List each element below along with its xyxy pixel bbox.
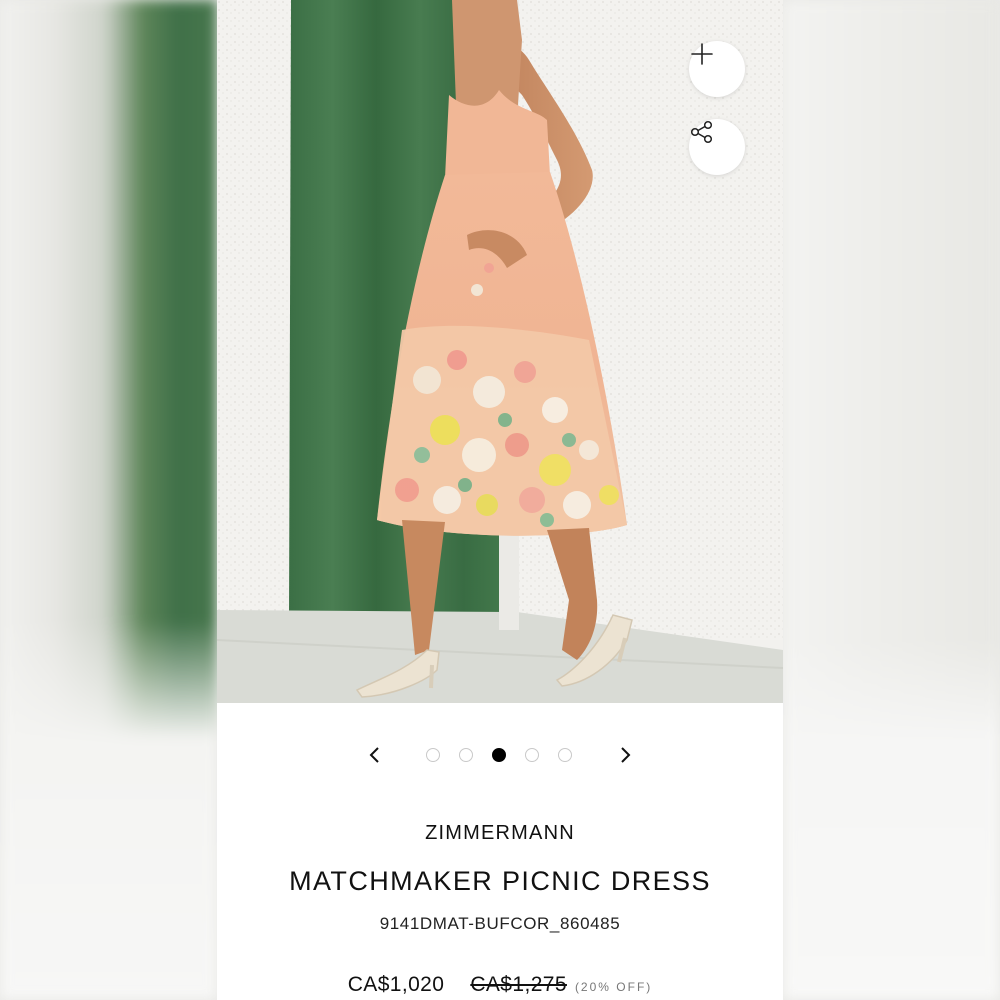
image-carousel-nav	[217, 735, 783, 775]
carousel-dot-3[interactable]	[492, 748, 506, 762]
plus-icon	[691, 43, 713, 65]
product-image[interactable]	[217, 0, 783, 703]
dress-photo-illustration	[217, 0, 783, 703]
chevron-right-icon	[621, 747, 631, 763]
carousel-dot-2[interactable]	[459, 748, 473, 762]
product-sku: 9141DMAT-BUFCOR_860485	[379, 914, 621, 933]
product-title: MATCHMAKER PICNIC DRESS	[289, 866, 711, 896]
carousel-dots	[426, 747, 572, 763]
original-price: CA$1,275	[470, 973, 567, 996]
zoom-button[interactable]	[689, 41, 745, 97]
discount-label: (20% OFF)	[574, 980, 653, 994]
carousel-dot-5[interactable]	[558, 748, 572, 762]
product-screen: ZIMMERMANN MATCHMAKER PICNIC DRESS 9141D…	[217, 0, 783, 1000]
blurred-backdrop-right	[783, 0, 1000, 1000]
carousel-dot-1[interactable]	[426, 748, 440, 762]
share-icon	[690, 120, 713, 144]
carousel-dot-4[interactable]	[525, 748, 539, 762]
current-price: CA$1,020	[347, 973, 445, 996]
next-image-button[interactable]	[611, 741, 639, 769]
blurred-backdrop-left	[0, 0, 217, 1000]
share-button[interactable]	[689, 119, 745, 175]
chevron-left-icon	[369, 747, 379, 763]
brand-name[interactable]: ZIMMERMANN	[217, 822, 783, 845]
previous-image-button[interactable]	[361, 741, 389, 769]
price-row: CA$1,020 CA$1,275 (20% OFF)	[217, 970, 783, 1000]
